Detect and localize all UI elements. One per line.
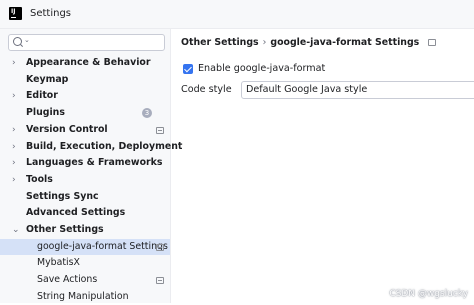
project-settings-icon xyxy=(428,39,437,46)
sidebar-item-label: Other Settings xyxy=(26,224,104,235)
chevron-down-icon[interactable]: ⌄ xyxy=(12,222,20,238)
breadcrumb-current: google-java-format Settings xyxy=(270,37,420,48)
sidebar-item[interactable]: Plugins 3 xyxy=(0,105,170,121)
settings-sidebar: ⌄ › Appearance & Behavior Keymap › Editor Plu… xyxy=(0,29,182,305)
sidebar-item[interactable]: › Version Control xyxy=(0,122,170,138)
sidebar-item[interactable]: › Languages & Frameworks xyxy=(0,155,170,171)
chevron-right-icon[interactable]: › xyxy=(12,55,16,71)
sidebar-item[interactable]: Keymap xyxy=(0,72,170,88)
sidebar-item-label: Version Control xyxy=(26,123,108,135)
sidebar-item-label: Plugins xyxy=(26,107,65,119)
sidebar-item[interactable]: MybatisX xyxy=(0,255,170,271)
code-style-select[interactable]: Default Google Java style xyxy=(241,81,474,99)
breadcrumb-parent[interactable]: Other Settings xyxy=(181,37,259,48)
watermark: CSDN @wgslucky xyxy=(389,289,468,299)
code-style-value: Default Google Java style xyxy=(246,84,368,95)
breadcrumb: Other Settings › google-java-format Settin… xyxy=(181,37,437,48)
sidebar-item-label: Languages & Frameworks xyxy=(26,157,163,169)
sidebar-item[interactable]: google-java-format Settings xyxy=(0,238,170,255)
sidebar-item[interactable]: › Tools xyxy=(0,172,170,188)
updates-badge: 3 xyxy=(142,108,152,119)
project-settings-icon xyxy=(156,243,164,251)
chevron-right-icon[interactable]: › xyxy=(12,122,16,138)
sidebar-item-label: Appearance & Behavior xyxy=(26,57,151,68)
sidebar-item-label: Tools xyxy=(26,173,53,185)
sidebar-item-label: google-java-format Settings xyxy=(37,240,168,252)
breadcrumb-separator: › xyxy=(262,37,267,48)
window-title: Settings xyxy=(30,8,72,19)
sidebar-item[interactable]: String Manipulation xyxy=(0,289,170,305)
sidebar-item-label: Build, Execution, Deployment xyxy=(26,140,183,152)
enable-google-java-format-checkbox[interactable] xyxy=(183,64,193,74)
sidebar-item[interactable]: Save Actions xyxy=(0,272,170,288)
chevron-right-icon[interactable]: › xyxy=(12,172,16,188)
intellij-app-icon: IJ xyxy=(9,7,22,20)
sidebar-item[interactable]: ⌄ Other Settings xyxy=(0,222,170,238)
chevron-right-icon[interactable]: › xyxy=(12,88,16,104)
sidebar-item-label: Settings Sync xyxy=(26,190,99,202)
search-input[interactable]: ⌄ xyxy=(8,34,165,51)
sidebar-item-label: Save Actions xyxy=(37,274,98,286)
project-settings-icon xyxy=(156,277,164,285)
sidebar-item[interactable]: › Editor xyxy=(0,88,170,104)
search-icon xyxy=(13,37,22,46)
sidebar-item-label: String Manipulation xyxy=(37,290,129,302)
title-bar: IJ Settings xyxy=(0,0,474,29)
chevron-right-icon[interactable]: › xyxy=(12,155,16,171)
settings-content: Other Settings › google-java-format Settin… xyxy=(171,29,474,303)
chevron-right-icon[interactable]: › xyxy=(12,139,16,155)
sidebar-item[interactable]: Settings Sync xyxy=(0,189,170,205)
sidebar-item-label: MybatisX xyxy=(37,257,80,269)
enable-google-java-format-label[interactable]: Enable google-java-format xyxy=(198,63,325,74)
sidebar-item-label: Keymap xyxy=(26,73,69,85)
sidebar-item[interactable]: › Appearance & Behavior xyxy=(0,55,170,71)
sidebar-item-label: Editor xyxy=(26,90,58,102)
sidebar-item-label: Advanced Settings xyxy=(26,207,126,219)
code-style-label: Code style xyxy=(181,84,232,95)
sidebar-item[interactable]: Advanced Settings xyxy=(0,205,170,221)
project-settings-icon xyxy=(156,126,164,134)
sidebar-item[interactable]: › Build, Execution, Deployment xyxy=(0,139,182,155)
chevron-down-icon: ⌄ xyxy=(24,36,30,44)
